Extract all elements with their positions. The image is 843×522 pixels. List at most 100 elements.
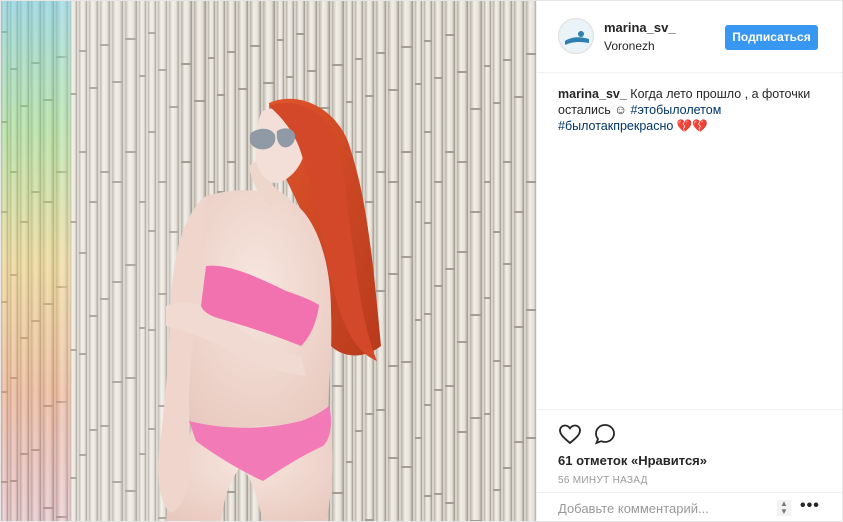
bamboo-stalk	[424, 1, 432, 521]
bamboo-node	[526, 309, 536, 311]
instagram-post: marina_sv_ Voronezh Подписаться marina_s…	[0, 0, 843, 522]
bamboo-node	[514, 96, 524, 98]
bamboo-node	[503, 161, 512, 163]
hashtag-link[interactable]: #этобылолетом	[631, 103, 722, 117]
bamboo-node	[365, 413, 374, 415]
bamboo-node	[250, 45, 261, 47]
location-link[interactable]: Voronezh	[604, 39, 655, 53]
bamboo-node	[307, 70, 317, 72]
bamboo-node	[457, 161, 468, 163]
comment-icon[interactable]	[593, 422, 617, 446]
bamboo-node	[332, 492, 344, 494]
post-actions: 61 отметок «Нравится» 56 МИНУТ НАЗАД ▲▼ …	[537, 409, 842, 521]
bamboo-node	[227, 51, 236, 53]
bamboo-stalk	[503, 1, 512, 521]
bamboo-stalk	[415, 1, 422, 521]
bamboo-node	[376, 409, 386, 411]
avatar[interactable]	[558, 18, 594, 54]
bamboo-stalk	[457, 1, 468, 521]
bamboo-stalk	[445, 1, 455, 521]
comment-input[interactable]	[558, 498, 758, 518]
bamboo-node	[514, 441, 524, 443]
bamboo-node	[296, 33, 305, 35]
post-caption: marina_sv_ Когда лето прошло , а фоточки…	[558, 86, 818, 134]
caption-username-link[interactable]: marina_sv_	[558, 87, 627, 101]
bamboo-node	[434, 181, 443, 183]
bamboo-node	[457, 341, 468, 343]
bamboo-node	[424, 131, 432, 133]
caption-emoji: 💔💔	[673, 119, 708, 133]
bamboo-node	[376, 290, 386, 292]
bamboo-node	[424, 313, 432, 315]
post-side-panel: marina_sv_ Voronezh Подписаться marina_s…	[536, 1, 842, 521]
bamboo-node	[457, 71, 468, 73]
bamboo-node	[415, 83, 422, 85]
bamboo-node	[181, 161, 192, 163]
bamboo-node	[445, 268, 455, 270]
comment-form: ▲▼ •••	[537, 492, 842, 521]
bamboo-node	[376, 171, 386, 173]
bamboo-node	[208, 57, 215, 59]
bamboo-node	[434, 493, 443, 495]
bamboo-node	[388, 365, 399, 367]
bamboo-node	[415, 319, 422, 321]
bamboo-node	[415, 437, 422, 439]
post-header: marina_sv_ Voronezh Подписаться	[537, 1, 842, 73]
bamboo-node	[445, 385, 455, 387]
bamboo-node	[503, 263, 512, 265]
bamboo-node	[286, 76, 294, 78]
bamboo-node	[493, 489, 501, 491]
bamboo-node	[514, 211, 524, 213]
bamboo-node	[194, 100, 206, 102]
bamboo-node	[470, 417, 482, 419]
username-link[interactable]: marina_sv_	[604, 20, 676, 35]
bamboo-node	[376, 52, 386, 54]
bamboo-node	[484, 181, 491, 183]
bamboo-node	[388, 89, 399, 91]
bamboo-node	[208, 181, 215, 183]
bamboo-node	[434, 389, 443, 391]
bamboo-node	[415, 201, 422, 203]
photo-illustration	[1, 1, 536, 521]
bamboo-stalk	[401, 1, 413, 521]
bamboo-node	[227, 161, 236, 163]
bamboo-node	[526, 181, 536, 183]
bamboo-node	[526, 437, 536, 439]
bamboo-node	[388, 457, 399, 459]
hashtag-link[interactable]: #былотакпрекрасно	[558, 119, 673, 133]
follow-button[interactable]: Подписаться	[725, 25, 818, 50]
bamboo-node	[277, 39, 284, 41]
bamboo-node	[434, 285, 443, 287]
heart-icon[interactable]	[558, 422, 582, 446]
post-photo[interactable]	[1, 1, 536, 521]
bamboo-stalk	[484, 1, 491, 521]
avatar-image-icon	[559, 19, 593, 53]
bamboo-node	[503, 59, 512, 61]
bamboo-node	[401, 361, 413, 363]
bamboo-node	[445, 502, 455, 504]
bamboo-node	[484, 297, 491, 299]
bamboo-node	[401, 151, 413, 153]
bamboo-node	[346, 461, 353, 463]
more-options-button[interactable]: •••	[800, 497, 820, 515]
likes-count[interactable]: 61 отметок «Нравится»	[558, 453, 707, 468]
bamboo-node	[526, 53, 536, 55]
bamboo-node	[434, 77, 443, 79]
bamboo-node	[365, 201, 374, 203]
bamboo-stalk	[434, 1, 443, 521]
bamboo-node	[217, 94, 225, 96]
post-timestamp[interactable]: 56 МИНУТ НАЗАД	[558, 475, 648, 486]
bamboo-node	[332, 385, 344, 387]
bamboo-node	[424, 404, 432, 406]
bamboo-node	[388, 181, 399, 183]
bamboo-node	[470, 314, 482, 316]
bamboo-stalk	[526, 1, 536, 521]
bamboo-stalk	[470, 1, 482, 521]
bamboo-node	[332, 64, 344, 66]
bamboo-node	[181, 63, 192, 65]
comment-scroll-arrows[interactable]: ▲ ▼	[777, 500, 791, 516]
bamboo-node	[493, 360, 501, 362]
bamboo-node	[503, 365, 512, 367]
bamboo-node	[388, 273, 399, 275]
bamboo-node	[445, 34, 455, 36]
